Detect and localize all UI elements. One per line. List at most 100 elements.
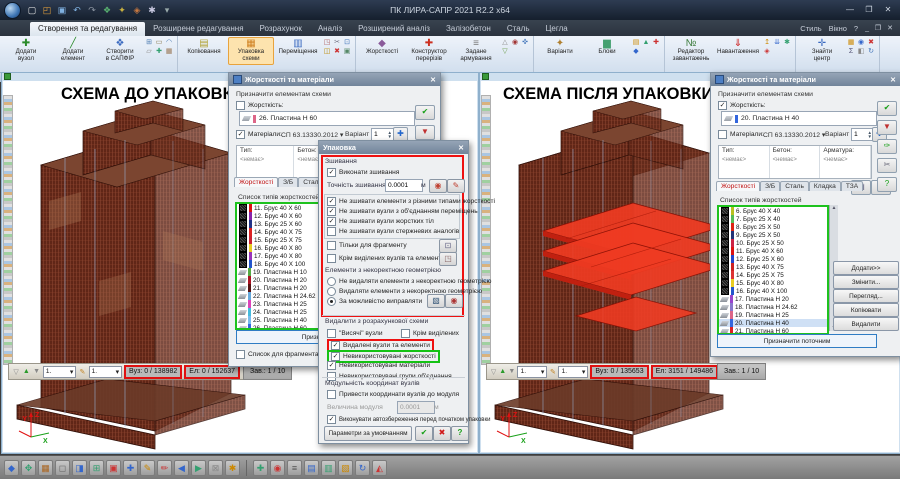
ribbon-mini-icon[interactable]: ▭ xyxy=(154,38,164,47)
statusbar-icon[interactable]: ▤ xyxy=(304,460,319,476)
select-up-icon[interactable]: ▲ xyxy=(499,368,506,375)
ribbon-mini-icon[interactable]: △ xyxy=(500,38,510,47)
close-icon[interactable]: ✕ xyxy=(890,76,896,84)
qat-icon[interactable]: ✱ xyxy=(146,4,158,16)
panel-titlebar[interactable]: Жорсткості та матеріали ✕ xyxy=(711,73,900,86)
list-item[interactable]: 16. Брус 40 X 100 xyxy=(719,287,827,295)
scope-checkbox[interactable]: Крім виділених вузлів та елементів xyxy=(327,254,446,263)
ribbon-mini-icon[interactable]: ▣ xyxy=(342,47,352,56)
panel-titlebar[interactable]: Жорсткості та матеріали ✕ xyxy=(229,73,440,86)
ribbon-tab[interactable]: Розширене редагування xyxy=(145,22,251,36)
close-icon[interactable]: ✕ xyxy=(430,76,436,84)
list-item[interactable]: 12. Брус 25 X 60 xyxy=(719,255,827,263)
panel-tab[interactable]: Жорсткості xyxy=(234,177,278,187)
ribbon-button[interactable]: ✦Варіанти xyxy=(537,37,583,65)
module-checkbox[interactable]: Привести координати вузлів до модуля xyxy=(327,390,459,399)
ribbon-mini-icon[interactable]: ◳ xyxy=(322,38,332,47)
statusbar-icon[interactable]: ◭ xyxy=(372,460,387,476)
statusbar-icon[interactable]: ✚ xyxy=(253,460,268,476)
fragment-icon[interactable]: ⊡ xyxy=(439,239,457,253)
select-down-icon[interactable]: ▼ xyxy=(33,368,41,375)
ribbon-mini-icon[interactable]: ◉ xyxy=(856,38,866,47)
fix-geometry-icon[interactable]: ▧ xyxy=(427,294,445,308)
ribbon-tab[interactable]: Цегла xyxy=(537,22,575,36)
statusbar-icon[interactable]: ✥ xyxy=(21,460,36,476)
panel-tab[interactable]: З/Б xyxy=(760,181,780,191)
cancel-button[interactable]: ✖ xyxy=(433,426,451,441)
delete-option-checkbox[interactable]: Невикористовувані матеріали xyxy=(327,361,430,370)
pencil-icon[interactable]: ✎ xyxy=(549,368,556,376)
help-button[interactable]: ? xyxy=(451,426,469,441)
selection-icon[interactable]: ◳ xyxy=(439,252,457,266)
pipette-icon[interactable]: ✑ xyxy=(877,139,897,154)
ribbon-mini-icon[interactable]: ✖ xyxy=(866,38,876,47)
statusbar-icon[interactable]: ≡ xyxy=(287,460,302,476)
ok-button[interactable]: ✔ xyxy=(415,426,433,441)
qat-icon[interactable]: ▾ xyxy=(161,4,173,16)
scope-checkbox[interactable]: Тільки для фрагменту xyxy=(327,241,407,250)
ribbon-mini-icon[interactable]: ▱ xyxy=(144,47,154,56)
materials-checkbox[interactable]: Матеріали: xyxy=(718,130,764,139)
list-item[interactable]: 14. Брус 25 X 75 xyxy=(719,271,827,279)
materials-code[interactable]: СП 63.13330.2012 ▾ xyxy=(763,131,825,139)
ribbon-button[interactable]: ❖Створити в САПФІР xyxy=(97,37,143,65)
statusbar-icon[interactable]: ✚ xyxy=(123,460,138,476)
panel-tab[interactable]: ТЗА xyxy=(841,181,863,191)
filter-icon[interactable]: ▽ xyxy=(12,368,20,376)
list-action-button[interactable]: Видалити xyxy=(833,317,899,331)
sew-option-checkbox[interactable]: Не зшивати вузли стержневих аналогів xyxy=(327,227,459,236)
ribbon-mini-icon[interactable]: ◠ xyxy=(164,38,174,47)
ribbon-button[interactable]: ▥Переміщення xyxy=(275,37,321,65)
ribbon-mini-icon[interactable]: ▦ xyxy=(846,38,856,47)
statusbar-icon[interactable]: ✱ xyxy=(225,460,240,476)
geometry-radio[interactable]: За можливістю виправляти xyxy=(327,297,422,306)
list-item[interactable]: 11. Брус 40 X 60 xyxy=(719,247,827,255)
panel-tab[interactable]: З/Б xyxy=(278,177,298,187)
statusbar-icon[interactable]: ◀ xyxy=(174,460,189,476)
statusbar-icon[interactable]: ◆ xyxy=(4,460,19,476)
qat-icon[interactable]: ◰ xyxy=(41,4,53,16)
sew-option-checkbox[interactable]: Не зшивати вузли з об'єднанням переміщен… xyxy=(327,207,478,216)
statusbar-icon[interactable]: ✎ xyxy=(140,460,155,476)
panel-tab[interactable]: Сталь xyxy=(780,181,809,191)
fragment-list-checkbox[interactable]: Список для фрагмента xyxy=(236,350,319,359)
minimize-icon[interactable]: — xyxy=(841,3,859,17)
ribbon-mini-icon[interactable]: ⊡ xyxy=(342,38,352,47)
list-item[interactable]: 6. Брус 40 X 40 xyxy=(719,207,827,215)
ribbon-button[interactable]: ▦Упаковка схеми xyxy=(228,37,274,65)
scissors-icon[interactable]: ✂ xyxy=(877,158,897,173)
assign-current-button[interactable]: Призначити поточним xyxy=(717,334,877,348)
ribbon-mini-icon[interactable]: ▽ xyxy=(500,47,510,56)
list-item[interactable]: 9. Брус 25 X 50 xyxy=(719,231,827,239)
window-menu[interactable]: Вікно xyxy=(829,24,847,33)
ribbon-button[interactable]: ✚Конструктор перерізів xyxy=(406,37,452,65)
do-sew-checkbox[interactable]: Виконати зшивання xyxy=(327,168,399,177)
select-down-icon[interactable]: ▼ xyxy=(508,368,515,375)
ribbon-tab[interactable]: Створення та редагування xyxy=(30,22,145,36)
ribbon-tab[interactable]: Залізобетон xyxy=(438,22,499,36)
statusbar-icon[interactable]: ◻ xyxy=(55,460,70,476)
filter-icon[interactable]: ▼ xyxy=(877,120,897,135)
sew-tool-icon[interactable]: ◉ xyxy=(429,179,447,193)
list-item[interactable]: 17. Пластина Н 20 xyxy=(719,295,827,303)
confirm-icon[interactable]: ✔ xyxy=(415,105,435,120)
qat-icon[interactable]: ✦ xyxy=(116,4,128,16)
ribbon-mini-icon[interactable]: ✚ xyxy=(651,38,661,47)
delete-row-checkbox[interactable]: Крім виділених xyxy=(401,329,459,338)
ribbon-tab[interactable]: Розширений аналіз xyxy=(350,22,438,36)
qat-icon[interactable]: ❖ xyxy=(101,4,113,16)
list-item[interactable]: 20. Пластина Н 40 xyxy=(719,319,827,327)
precision-input[interactable]: 0.0001 xyxy=(385,179,423,192)
warn-geometry-icon[interactable]: ◉ xyxy=(445,294,463,308)
stiffness-checkbox[interactable]: Жорсткість: xyxy=(718,101,766,110)
list-item[interactable]: 8. Брус 25 X 50 xyxy=(719,223,827,231)
sew-option-checkbox[interactable]: Не зшивати вузли жорстких тіл xyxy=(327,217,434,226)
close-icon[interactable]: ✕ xyxy=(879,3,897,17)
qat-icon[interactable]: ↷ xyxy=(86,4,98,16)
statusbar-icon[interactable]: ⊞ xyxy=(89,460,104,476)
list-action-button[interactable]: Додати>> xyxy=(833,261,899,275)
mode-select[interactable]: 1.▾ xyxy=(89,366,123,378)
filter-icon[interactable]: ▽ xyxy=(490,368,497,376)
defaults-button[interactable]: Параметри за умовчанням xyxy=(324,426,412,441)
list-item[interactable]: 10. Брус 25 X 50 xyxy=(719,239,827,247)
